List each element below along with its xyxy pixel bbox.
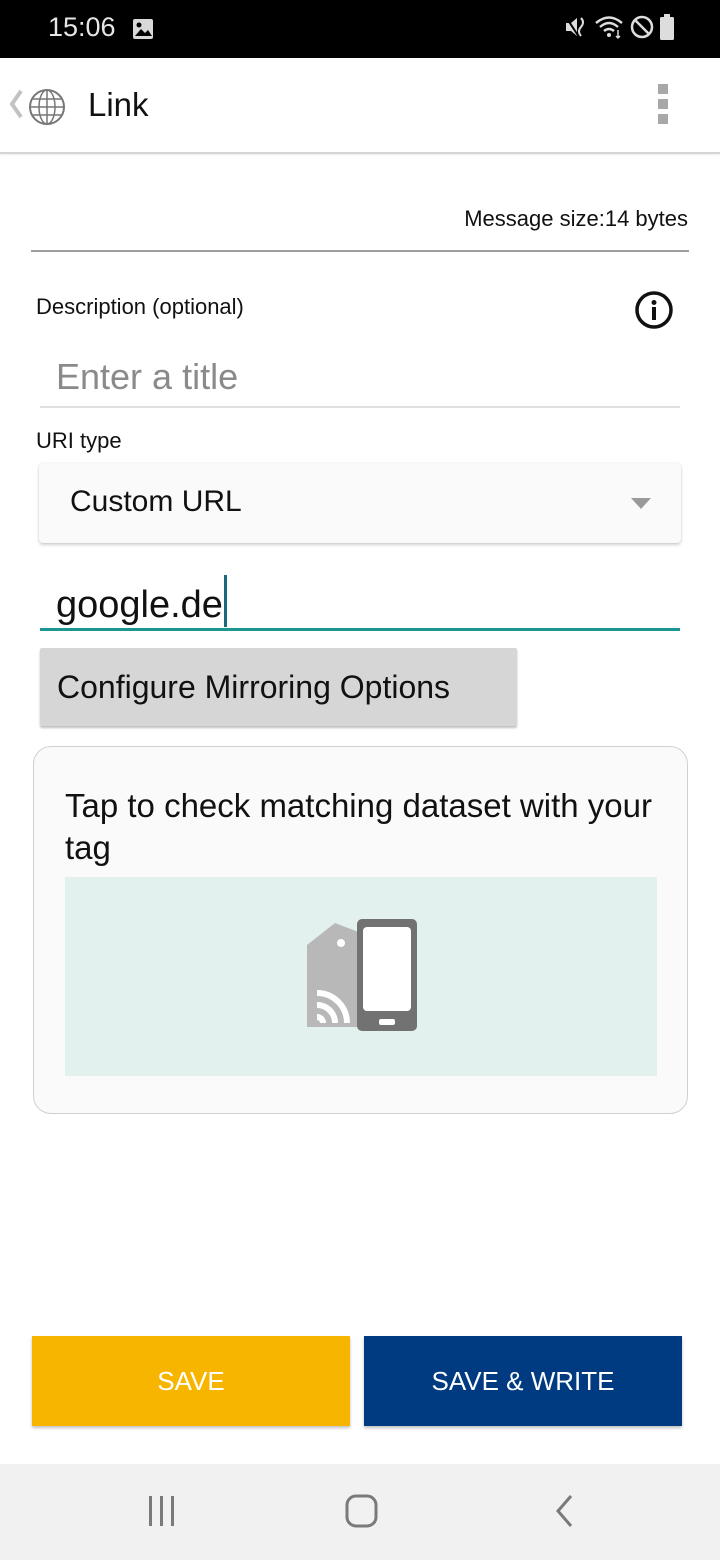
description-input[interactable]	[40, 348, 680, 408]
dropdown-arrow-icon	[631, 498, 651, 509]
battery-icon	[660, 14, 674, 40]
save-and-write-button[interactable]: SAVE & WRITE	[364, 1336, 682, 1426]
url-input[interactable]: google.de	[40, 567, 680, 631]
uri-type-label: URI type	[36, 428, 122, 453]
message-size: Message size:14 bytes	[464, 206, 688, 231]
card-illustration	[65, 877, 657, 1076]
card-text: Tap to check matching dataset with your …	[65, 787, 652, 866]
url-value: google.de	[56, 584, 223, 626]
text-cursor	[223, 575, 227, 627]
uri-type-selected: Custom URL	[70, 485, 242, 518]
uri-type-dropdown[interactable]: Custom URL	[39, 463, 681, 543]
status-bar: 15:06	[0, 0, 720, 58]
image-icon	[133, 19, 153, 39]
app-title: Link	[88, 86, 149, 123]
back-chevron-icon[interactable]	[8, 88, 24, 120]
description-label: Description (optional)	[36, 294, 244, 319]
system-nav-bar	[0, 1464, 720, 1560]
save-button[interactable]: SAVE	[32, 1336, 350, 1426]
info-icon[interactable]	[634, 290, 674, 330]
do-not-disturb-icon	[630, 15, 654, 39]
nfc-tag-phone-icon	[307, 919, 417, 1031]
divider	[31, 250, 689, 252]
home-icon[interactable]	[344, 1492, 380, 1532]
overflow-menu-icon[interactable]	[658, 84, 670, 129]
vibrate-icon	[565, 16, 584, 38]
check-dataset-card[interactable]: Tap to check matching dataset with your …	[33, 746, 688, 1114]
globe-icon	[29, 89, 65, 125]
status-time: 15:06	[48, 12, 116, 42]
back-icon[interactable]	[552, 1492, 576, 1532]
configure-mirroring-button[interactable]: Configure Mirroring Options	[40, 648, 517, 726]
app-bar: Link	[0, 58, 720, 154]
recents-icon[interactable]	[146, 1492, 178, 1532]
wifi-icon	[595, 16, 623, 40]
